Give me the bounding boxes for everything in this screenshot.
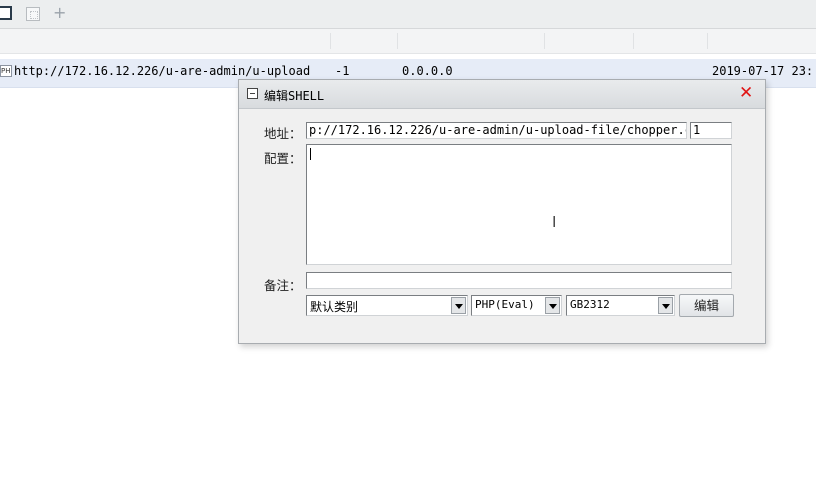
edit-shell-dialog: 编辑SHELL ✕ 地址： p://172.16.12.226/u-are-ad… [238,79,766,344]
column-divider[interactable] [544,33,545,49]
encoding-select[interactable]: GB2312 [566,295,675,316]
row-date: 2019-07-17 23:.. [712,64,816,78]
php-file-icon: PHP [0,65,12,77]
row-status: -1 [335,64,350,78]
note-input[interactable] [306,272,732,289]
encoding-value: GB2312 [570,298,610,311]
script-type-select[interactable]: PHP(Eval) [471,295,562,316]
dialog-title-bar[interactable]: 编辑SHELL ✕ [239,80,765,109]
category-select[interactable]: 默认类别 [306,295,468,316]
row-url: http://172.16.12.226/u-are-admin/u-uploa… [14,64,312,78]
row-ip: 0.0.0.0 [402,64,453,78]
chevron-down-icon[interactable] [658,297,673,314]
tab-active[interactable] [0,6,12,20]
edit-button[interactable]: 编辑 [679,294,734,317]
category-value: 默认类别 [310,300,359,314]
column-divider[interactable] [330,33,331,49]
password-input[interactable]: 1 [690,122,732,139]
address-input[interactable]: p://172.16.12.226/u-are-admin/u-upload-f… [306,122,687,139]
window-icon [247,88,258,99]
note-label: 备注： [264,278,302,293]
ibeam-cursor-icon: I [552,213,557,231]
column-divider[interactable] [397,33,398,49]
tab-inactive[interactable] [26,7,40,21]
config-textarea[interactable]: I [306,144,732,265]
dialog-title: 编辑SHELL [264,89,325,103]
tab-bar: + [0,0,816,29]
column-divider[interactable] [707,33,708,49]
address-label: 地址： [264,126,302,141]
close-icon[interactable]: ✕ [739,83,753,103]
chevron-down-icon[interactable] [545,297,560,314]
add-tab-icon[interactable]: + [53,3,66,22]
text-caret [310,148,311,160]
list-header [0,29,816,54]
script-type-value: PHP(Eval) [475,298,535,311]
config-label: 配置： [264,151,302,166]
column-divider[interactable] [633,33,634,49]
chevron-down-icon[interactable] [451,297,466,314]
